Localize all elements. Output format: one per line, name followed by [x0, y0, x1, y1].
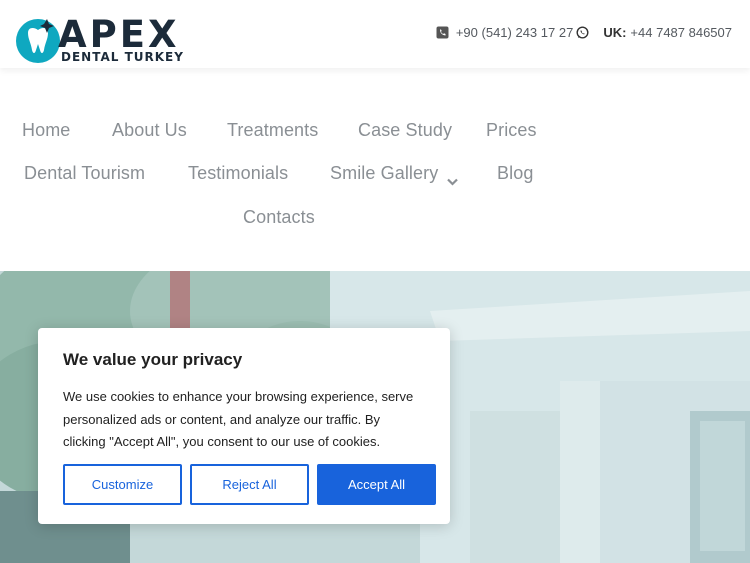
top-header: APEX DENTAL TURKEY +90 (541) 243 17 27 U…: [0, 0, 750, 68]
nav-item-case-study[interactable]: Case Study: [358, 120, 452, 141]
cookie-title: We value your privacy: [63, 350, 243, 369]
brand-tagline: DENTAL TURKEY: [61, 50, 184, 64]
cookie-description: We use cookies to enhance your browsing …: [63, 389, 414, 449]
uk-phone-link[interactable]: +44 7487 846507: [630, 25, 732, 40]
nav-item-home[interactable]: Home: [22, 120, 70, 141]
phone-square-icon: [436, 26, 449, 39]
main-navigation: Home About Us Treatments Case Study Pric…: [0, 108, 555, 238]
whatsapp-icon: [576, 25, 589, 39]
nav-item-testimonials[interactable]: Testimonials: [188, 163, 288, 184]
uk-label: UK:: [603, 24, 627, 40]
reject-all-button[interactable]: Reject All: [190, 464, 309, 505]
nav-item-smile-gallery[interactable]: Smile Gallery: [330, 163, 459, 186]
nav-item-dental-tourism[interactable]: Dental Tourism: [24, 163, 145, 184]
nav-item-blog[interactable]: Blog: [497, 163, 533, 184]
nav-item-smile-gallery-label: Smile Gallery: [330, 163, 439, 183]
contact-numbers: +90 (541) 243 17 27 UK: +44 7487 846507: [436, 24, 732, 40]
site-logo[interactable]: APEX DENTAL TURKEY: [14, 13, 196, 67]
turkey-phone-link[interactable]: +90 (541) 243 17 27: [456, 25, 573, 40]
nav-item-prices[interactable]: Prices: [486, 120, 537, 141]
accept-all-button[interactable]: Accept All: [317, 464, 436, 505]
nav-item-treatments[interactable]: Treatments: [227, 120, 318, 141]
nav-item-about-us[interactable]: About Us: [112, 120, 187, 141]
nav-item-contacts[interactable]: Contacts: [243, 207, 315, 228]
customize-button[interactable]: Customize: [63, 464, 182, 505]
cookie-consent-dialog: We value your privacy We use cookies to …: [38, 328, 450, 524]
cookie-actions: Customize Reject All Accept All: [63, 464, 436, 505]
chevron-down-icon: [447, 170, 459, 186]
